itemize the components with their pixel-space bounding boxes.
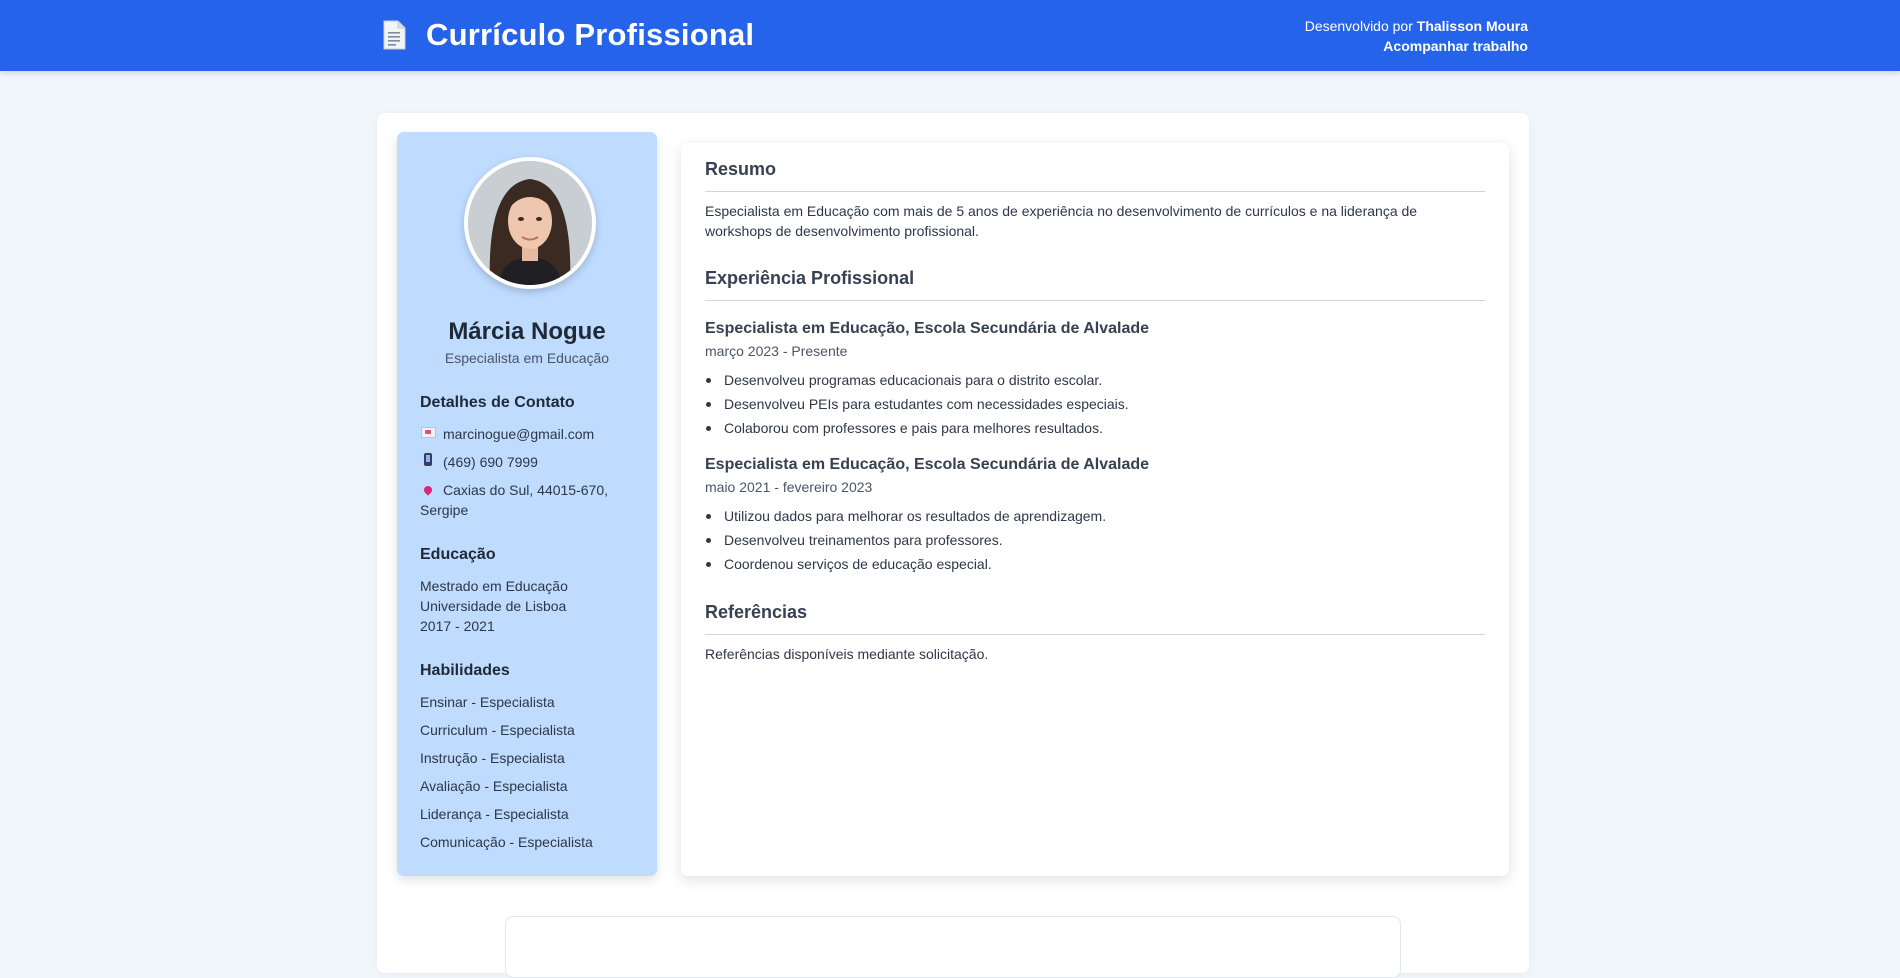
top-bar: Currículo Profissional Desenvolvido por …	[0, 0, 1900, 71]
location-pin-icon	[420, 481, 436, 501]
phone-text: (469) 690 7999	[443, 454, 538, 470]
summary-line-1: Especialista em Educação com mais de 5 a…	[705, 203, 1418, 219]
section-divider	[705, 634, 1485, 635]
skills-heading: Habilidades	[420, 662, 510, 679]
brand: Currículo Profissional	[382, 17, 754, 53]
contact-email[interactable]: marcinogue@gmail.com	[420, 424, 594, 445]
summary-line-2: workshops de desenvolvimento profissiona…	[705, 223, 979, 239]
phone-icon	[420, 453, 436, 473]
document-icon	[382, 20, 406, 50]
list-item: Desenvolveu programas educacionais para …	[705, 370, 1129, 394]
skill-item: Comunicação - Especialista	[420, 834, 593, 850]
developer-name: Thalisson Moura	[1416, 18, 1528, 34]
list-item: Colaborou com professores e pais para me…	[705, 418, 1129, 442]
section-divider	[705, 300, 1485, 301]
skill-item: Curriculum - Especialista	[420, 722, 575, 738]
job-bullets: Utilizou dados para melhorar os resultad…	[705, 506, 1106, 578]
skill-item: Avaliação - Especialista	[420, 778, 568, 794]
references-heading: Referências	[705, 602, 808, 622]
skill-item: Ensinar - Especialista	[420, 694, 555, 710]
address-line2: Sergipe	[420, 502, 469, 518]
page-title: Currículo Profissional	[426, 17, 755, 52]
list-item: Desenvolveu PEIs para estudantes com nec…	[705, 394, 1129, 418]
job-dates: março 2023 - Presente	[705, 343, 848, 359]
education-heading: Educação	[420, 546, 496, 563]
email-icon	[420, 425, 436, 445]
list-item: Desenvolveu treinamentos para professore…	[705, 530, 1106, 554]
education-degree: Mestrado em Educação	[420, 578, 568, 594]
job-title: Especialista em Educação, Escola Secundá…	[705, 456, 1150, 473]
job-dates: maio 2021 - fevereiro 2023	[705, 479, 873, 495]
credit-prefix: Desenvolvido por	[1304, 18, 1413, 34]
contact-address: Caxias do Sul, 44015-670,	[420, 480, 608, 501]
developer-credit: Desenvolvido por Thalisson Moura Acompan…	[1305, 16, 1528, 56]
contact-heading: Detalhes de Contato	[420, 394, 575, 411]
skill-item: Instrução - Especialista	[420, 750, 565, 766]
lower-card	[505, 916, 1401, 978]
section-divider	[705, 191, 1485, 192]
list-item: Utilizou dados para melhorar os resultad…	[705, 506, 1106, 530]
follow-work-link[interactable]: Acompanhar trabalho	[1305, 36, 1528, 56]
list-item: Coordenou serviços de educação especial.	[705, 554, 1106, 578]
summary-heading: Resumo	[705, 159, 777, 179]
address-line1: Caxias do Sul, 44015-670,	[443, 482, 608, 498]
references-text: Referências disponíveis mediante solicit…	[705, 646, 989, 662]
education-school: Universidade de Lisboa	[420, 598, 567, 614]
job-bullets: Desenvolveu programas educacionais para …	[705, 370, 1129, 442]
experience-heading: Experiência Profissional	[705, 268, 915, 288]
education-years: 2017 - 2021	[420, 618, 495, 634]
job-title: Especialista em Educação, Escola Secundá…	[705, 320, 1150, 337]
email-text: marcinogue@gmail.com	[443, 426, 595, 442]
avatar	[464, 157, 596, 289]
person-name: Márcia Nogue	[448, 318, 606, 345]
person-role: Especialista em Educação	[444, 350, 610, 366]
contact-phone[interactable]: (469) 690 7999	[420, 452, 538, 473]
skill-item: Liderança - Especialista	[420, 806, 569, 822]
